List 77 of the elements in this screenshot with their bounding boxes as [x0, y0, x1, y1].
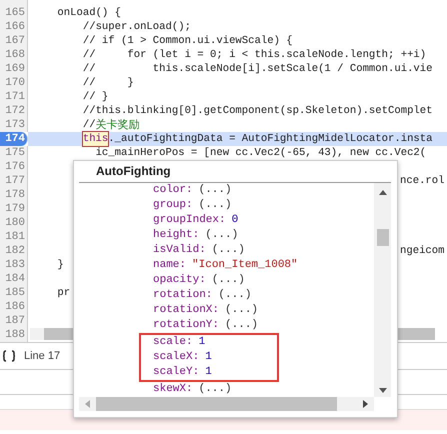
property-value: (...) [218, 288, 252, 303]
code-line: } [56, 258, 64, 272]
property-name: name: [153, 258, 186, 273]
scroll-right-icon[interactable] [363, 400, 368, 408]
scrollbar-thumb[interactable] [96, 397, 337, 411]
property-value: 1 [205, 365, 212, 380]
property-value: (...) [225, 318, 258, 333]
code-line: // [82, 118, 96, 132]
line-number: 186 [5, 300, 25, 314]
line-number: 178 [5, 188, 25, 202]
property-value: (...) [212, 243, 245, 258]
line-number: 184 [5, 272, 25, 286]
line-number: 183 [5, 258, 25, 272]
property-name: opacity: [153, 273, 206, 288]
matched-keyword: this [82, 132, 108, 146]
line-number: 176 [5, 160, 25, 174]
code-line: // } [82, 90, 108, 104]
code-line: //this.blinking[0].getComponent(sp.Skeleton).setComplet [82, 104, 433, 118]
line-number: 166 [5, 20, 25, 34]
code-line: //super.onLoad(); [82, 20, 191, 34]
property-name: scaleY: [153, 365, 200, 380]
property-value: (...) [198, 198, 232, 213]
property-name: rotation: [153, 288, 212, 303]
popup-title: AutoFighting [79, 161, 391, 183]
cursor-position: Line 17 [24, 350, 60, 362]
code-line: // } [82, 76, 134, 90]
line-number: 172 [5, 104, 25, 118]
scrollbar-thumb[interactable] [376, 229, 388, 246]
line-number: 179 [5, 202, 25, 216]
property-value: 1 [198, 335, 206, 350]
line-number: 168 [5, 48, 25, 62]
line-number: 175 [5, 146, 25, 160]
line-number: 165 [5, 6, 25, 20]
code-line: // this.scaleNode[i].setScale(1 / Common.ui.vie [82, 62, 433, 76]
code-line: pr [56, 286, 70, 300]
property-name: scaleX: [153, 350, 200, 365]
property-name: skewX: [153, 382, 193, 397]
code-line: ic_mainHeroPos = [new cc.Vec2(-65, 43), new cc.Vec2( [94, 146, 426, 160]
code-fragment: ngeicom [400, 244, 445, 258]
property-name: scale: [153, 335, 193, 350]
property-name: group: [153, 198, 193, 213]
property-value: "Icon_Item_1008" [192, 258, 298, 273]
line-number: 188 [5, 328, 25, 342]
property-value: (...) [212, 273, 245, 288]
pretty-print-icon[interactable] [2, 350, 16, 362]
code-comment: 关卡奖励 [96, 118, 140, 132]
property-name: height: [153, 228, 200, 243]
code-line: onLoad() { [56, 6, 122, 20]
code-fragment: nce.rol [400, 174, 445, 188]
line-number: 177 [5, 174, 25, 188]
line-number: 169 [5, 62, 25, 76]
scroll-down-icon[interactable] [378, 388, 386, 393]
property-value: (...) [205, 228, 238, 243]
line-number: 173 [5, 118, 25, 132]
property-name: isValid: [153, 243, 206, 258]
property-value: (...) [198, 382, 232, 397]
property-value: (...) [225, 303, 258, 318]
property-value: (...) [198, 183, 232, 198]
property-value: 1 [205, 350, 212, 365]
line-number: 180 [5, 216, 25, 230]
line-number: 170 [5, 76, 25, 90]
property-name: color: [153, 183, 193, 198]
line-number: 182 [5, 244, 25, 258]
property-name: rotationX: [153, 303, 220, 318]
line-number: 167 [5, 34, 25, 48]
line-number: 187 [5, 314, 25, 328]
line-number: 185 [5, 286, 25, 300]
property-name: groupIndex: [153, 213, 226, 228]
line-number: 174 [5, 132, 25, 146]
property-value: 0 [232, 213, 238, 228]
code-line: ._autoFightingData = AutoFightingMidelLocator.insta [108, 132, 433, 146]
code-line: // if (1 > Common.ui.viewScale) { [82, 34, 293, 48]
scroll-up-icon[interactable] [378, 190, 386, 195]
line-number: 181 [5, 230, 25, 244]
line-number: 171 [5, 90, 25, 104]
property-name: rotationY: [153, 318, 220, 333]
code-line: // for (let i = 0; i < this.scaleNode.length; ++i) [82, 48, 426, 62]
